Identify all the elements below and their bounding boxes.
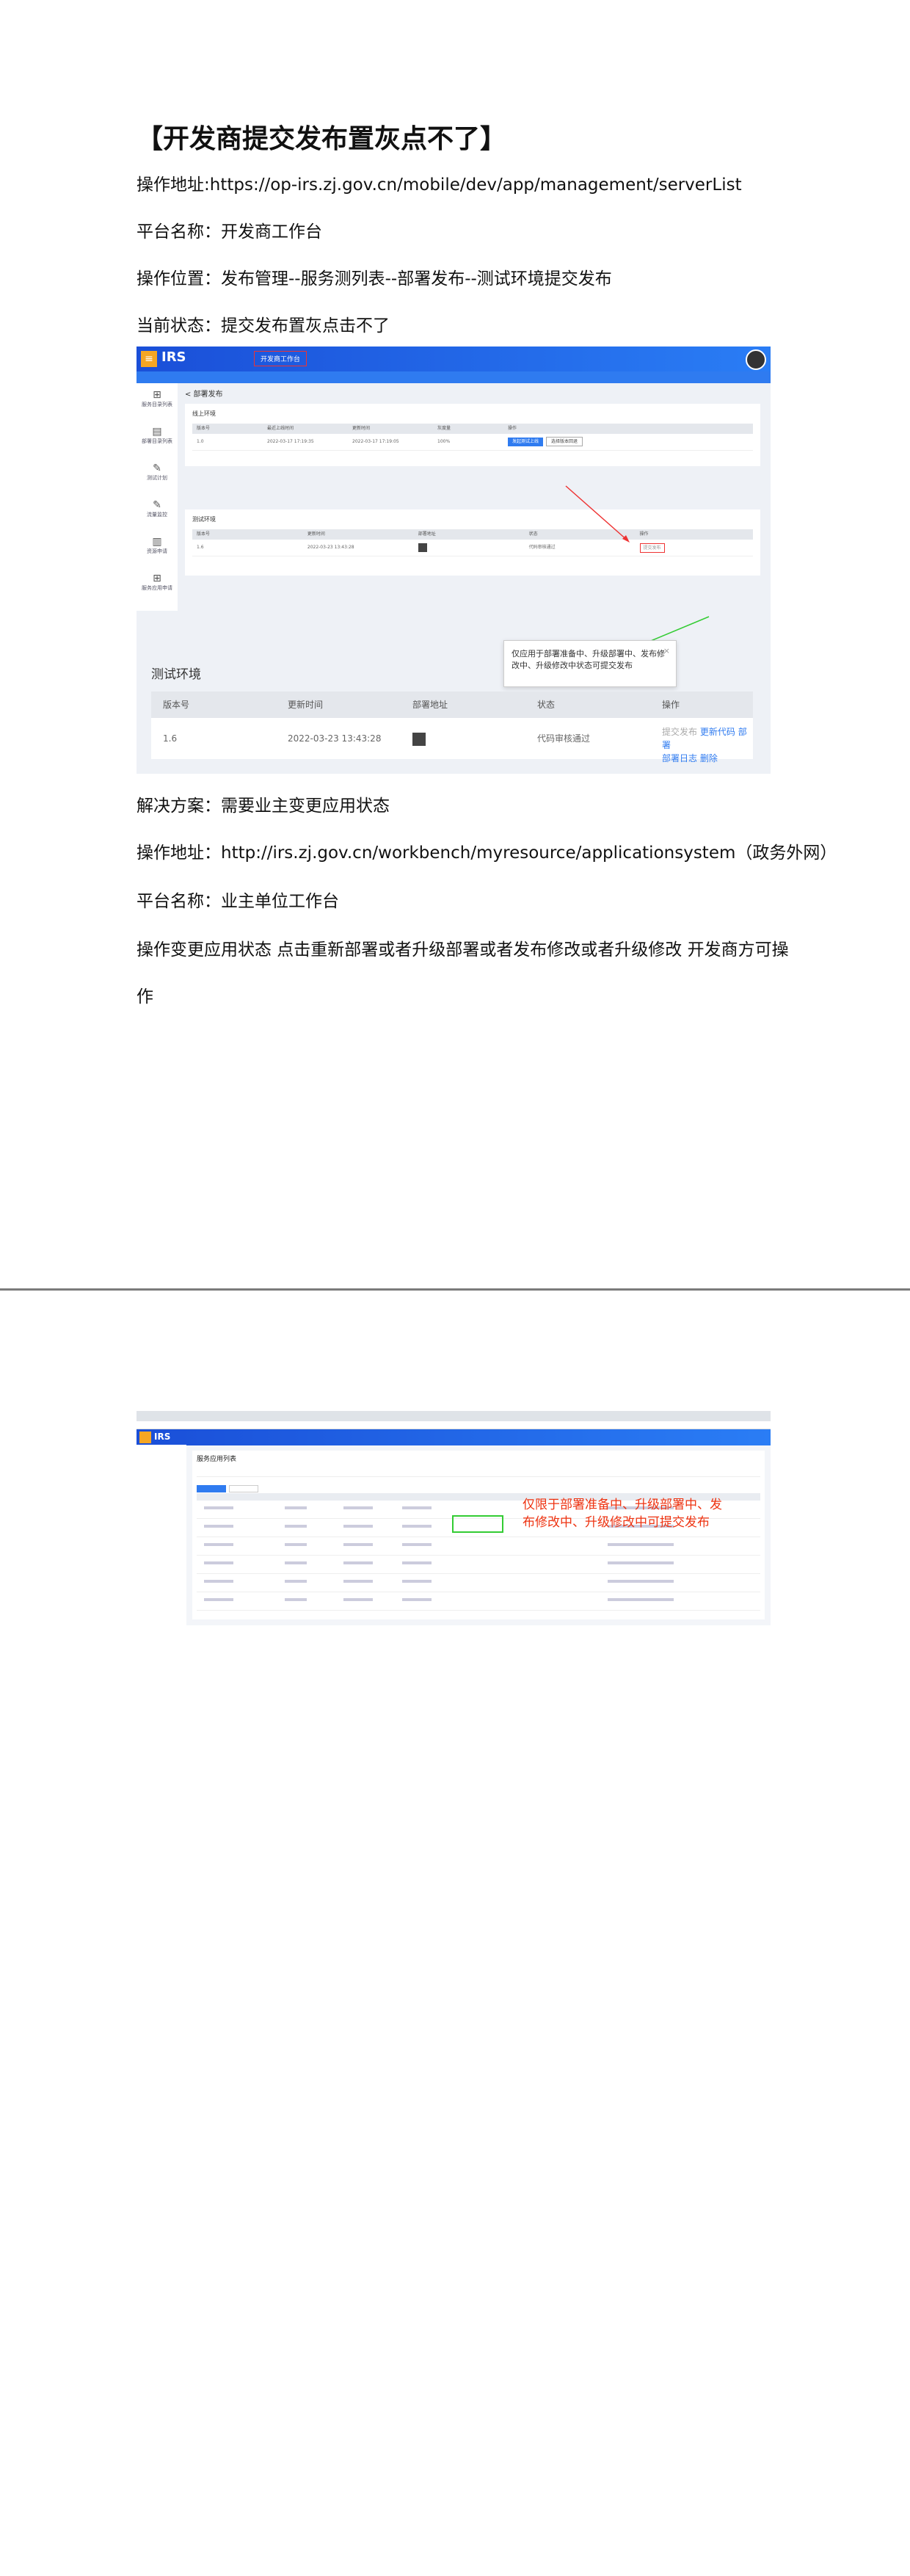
red-note: 仅限于部署准备中、升级部署中、发布修改中、升级修改中可提交发布	[523, 1498, 722, 1530]
screenshot-deploy-page: ≡ IRS 开发商工作台 ⊞ 服务目录列表 ▤ 部署目录列表 ✎ 测试计划 ✎ 流量监控…	[136, 347, 771, 611]
instruction-line: 操作变更应用状态 点击重新部署或者升级部署或者发布修改或者升级修改 开发商方可操	[136, 940, 789, 959]
app-header: IRS	[136, 1429, 771, 1445]
screenshot-test-env-zoom: 测试环境 仅应用于部署准备中、升级部署中、发布修改中、升级修改中状态可提交发布 …	[136, 611, 771, 774]
table-row	[197, 1537, 760, 1556]
status-line: 当前状态：提交发布置灰点击不了	[136, 316, 390, 335]
delete-link[interactable]: 删除	[700, 753, 718, 763]
red-arrow	[565, 485, 630, 543]
page-2: IRS 服务应用列表 仅限于部署准备中、升级部署中、发布修改中、升级修改中可提交…	[0, 1291, 910, 2576]
test-env-table: 版本号 更新时间 部署地址 状态 操作 1.6 2022-03-23 13:43…	[151, 692, 753, 763]
owner-address-line: 操作地址：http://irs.zj.gov.cn/workbench/myre…	[136, 843, 837, 863]
browser-tabs	[136, 1411, 771, 1421]
instruction-line-cont: 作	[136, 987, 153, 1006]
update-code-link[interactable]: 更新代码	[700, 727, 735, 737]
deploy-log-link[interactable]: 部署日志	[662, 753, 697, 763]
table-row	[197, 1592, 760, 1611]
qr-code-icon	[412, 732, 426, 746]
tab[interactable]	[229, 1485, 258, 1492]
main-panel: 服务应用列表	[192, 1451, 765, 1619]
sidebar	[136, 1445, 186, 1625]
table-row	[197, 1556, 760, 1574]
op-location-line: 操作位置：发布管理--服务测列表--部署发布--测试环境提交发布	[136, 269, 612, 289]
screenshot-app-list: IRS 服务应用列表 仅限于部署准备中、升级部署中、发布修改中、升级修改中可提交…	[136, 1411, 771, 1625]
status-highlight	[452, 1515, 503, 1533]
platform-line: 平台名称：开发商工作台	[136, 222, 322, 242]
tab[interactable]	[197, 1485, 226, 1492]
section-title: 测试环境	[151, 667, 201, 682]
close-icon[interactable]: ×	[663, 645, 670, 657]
tooltip: 仅应用于部署准备中、升级部署中、发布修改中、升级修改中状态可提交发布 ×	[503, 640, 677, 687]
search-bar[interactable]	[197, 1469, 760, 1477]
op-address-line: 操作地址:https://op-irs.zj.gov.cn/mobile/dev…	[136, 175, 742, 195]
tabs	[197, 1481, 760, 1492]
brand-logo: IRS	[154, 1432, 171, 1442]
menu-icon[interactable]	[139, 1432, 151, 1443]
solution-line: 解决方案：需要业主变更应用状态	[136, 797, 390, 816]
table-row	[197, 1574, 760, 1592]
submit-release-button[interactable]: 提交发布	[662, 727, 697, 737]
table-row: 1.6 2022-03-23 13:43:28 代码审核通过 提交发布 更新代码…	[151, 718, 753, 763]
address-bar[interactable]	[136, 1421, 771, 1429]
table-header: 版本号 更新时间 部署地址 状态 操作	[151, 692, 753, 718]
page-1: 【开发商提交发布置灰点不了】 操作地址:https://op-irs.zj.go…	[0, 0, 910, 1288]
doc-title: 【开发商提交发布置灰点不了】	[136, 124, 507, 154]
page-title: 服务应用列表	[197, 1456, 237, 1463]
owner-platform-line: 平台名称：业主单位工作台	[136, 892, 339, 911]
